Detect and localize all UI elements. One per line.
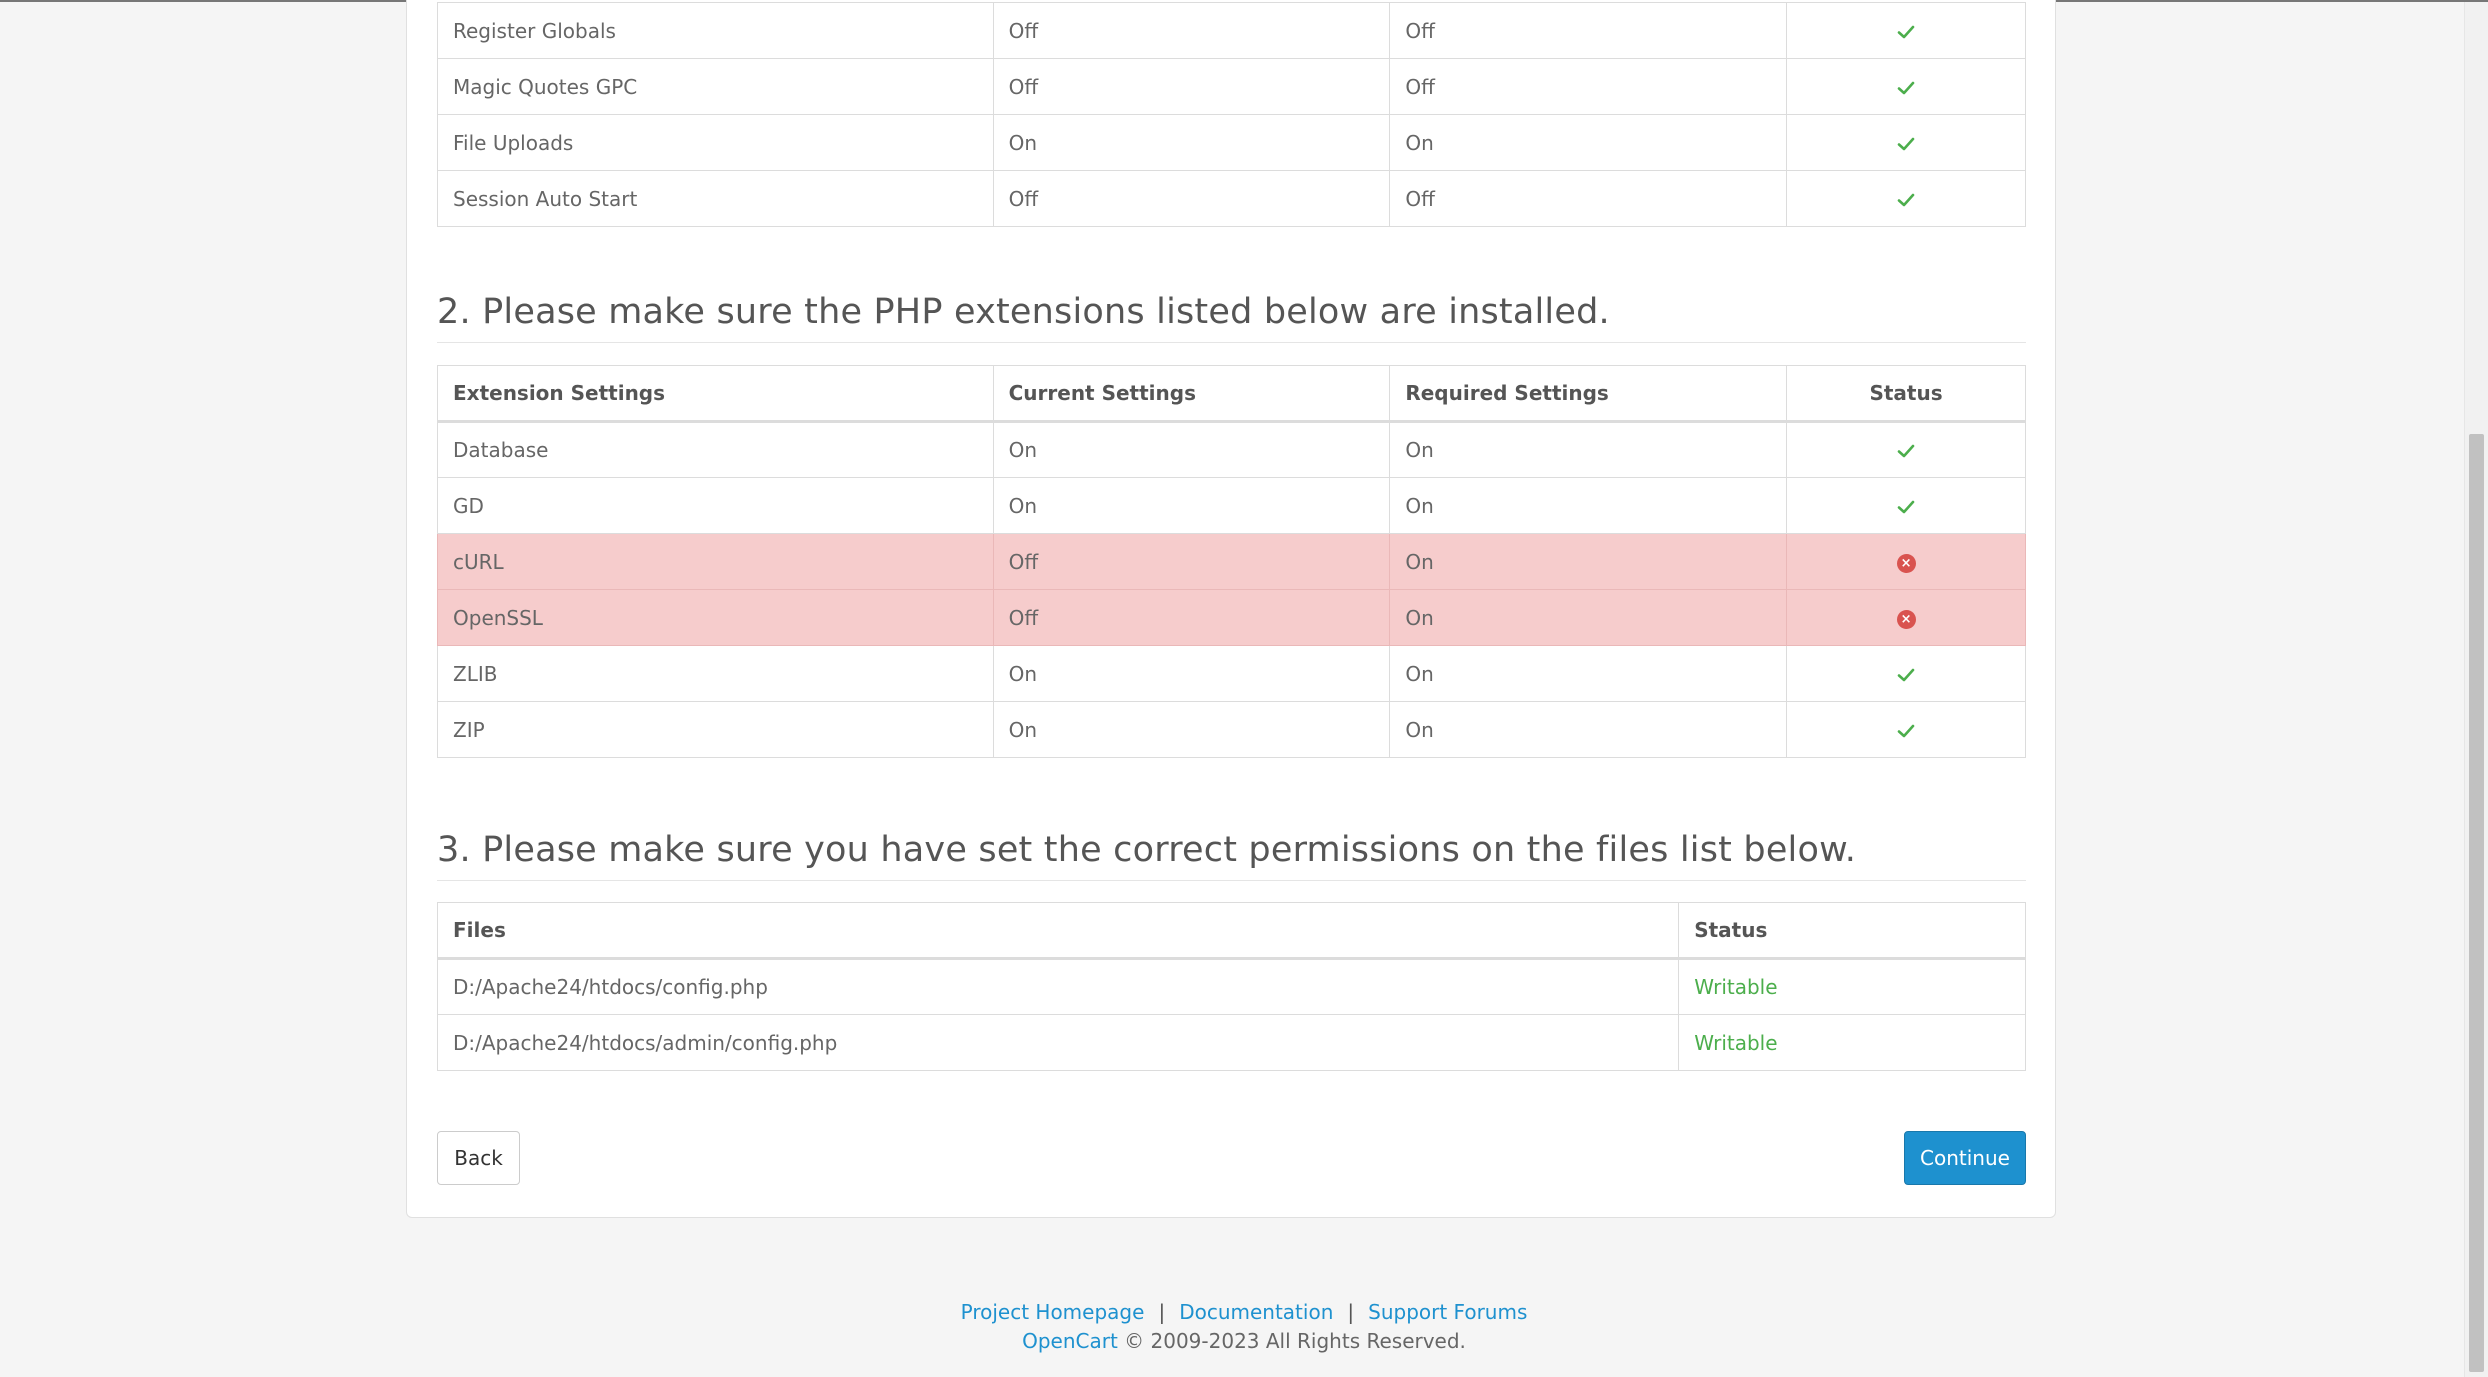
setting-name: Database — [437, 421, 994, 478]
check-icon — [1895, 720, 1917, 742]
current-setting: Off — [992, 170, 1391, 227]
status-cell — [1786, 645, 2026, 702]
status-cell — [1786, 421, 2026, 478]
table-row: Database On On — [437, 421, 2026, 478]
column-header-file-status: Status — [1678, 902, 2026, 960]
table-row: D:/Apache24/htdocs/admin/config.php Writa… — [436, 1014, 2026, 1071]
status-cell — [1786, 701, 2026, 758]
error-circle-icon: × — [1896, 553, 1916, 573]
back-button[interactable]: Back — [437, 1131, 520, 1185]
setting-name: Magic Quotes GPC — [437, 58, 994, 115]
current-setting: Off — [992, 2, 1391, 59]
footer-separator: | — [1347, 1300, 1355, 1324]
footer-separator: | — [1158, 1300, 1166, 1324]
current-setting: Off — [992, 533, 1391, 590]
required-setting: On — [1389, 421, 1788, 478]
table-row: OpenSSL Off On × — [437, 589, 2026, 646]
copyright-text: © 2009-2023 All Rights Reserved. — [1124, 1329, 1466, 1353]
extensions-heading: 2. Please make sure the PHP extensions l… — [437, 292, 2026, 343]
footer-copyright: OpenCart © 2009-2023 All Rights Reserved… — [0, 1329, 2488, 1353]
current-setting: On — [992, 477, 1391, 534]
check-icon — [1895, 664, 1917, 686]
status-cell — [1786, 114, 2026, 171]
required-setting: On — [1389, 645, 1788, 702]
scrollbar-thumb[interactable] — [2469, 434, 2484, 1372]
required-setting: Off — [1389, 2, 1788, 59]
check-icon — [1895, 77, 1917, 99]
check-icon — [1895, 21, 1917, 43]
opencart-link[interactable]: OpenCart — [1022, 1329, 1118, 1353]
setting-name: ZIP — [437, 701, 994, 758]
table-row: Magic Quotes GPC Off Off — [437, 58, 2026, 115]
continue-button[interactable]: Continue — [1904, 1131, 2026, 1185]
support-forums-link[interactable]: Support Forums — [1368, 1300, 1527, 1324]
required-setting: Off — [1389, 170, 1788, 227]
table-row: D:/Apache24/htdocs/config.php Writable — [436, 958, 2026, 1015]
table-row: cURL Off On × — [437, 533, 2026, 590]
file-path: D:/Apache24/htdocs/admin/config.php — [436, 1014, 1680, 1071]
documentation-link[interactable]: Documentation — [1179, 1300, 1333, 1324]
setting-name: cURL — [437, 533, 994, 590]
column-header-extension: Extension Settings — [437, 365, 994, 423]
column-header-status: Status — [1786, 365, 2026, 423]
check-icon — [1895, 189, 1917, 211]
setting-name: Register Globals — [437, 2, 994, 59]
status-cell — [1786, 58, 2026, 115]
status-cell: × — [1786, 533, 2026, 590]
table-row: File Uploads On On — [437, 114, 2026, 171]
column-header-files: Files — [436, 902, 1680, 960]
error-circle-icon: × — [1896, 609, 1916, 629]
table-row: Session Auto Start Off Off — [437, 170, 2026, 227]
setting-name: ZLIB — [437, 645, 994, 702]
current-setting: On — [992, 645, 1391, 702]
current-setting: On — [992, 114, 1391, 171]
files-heading: 3. Please make sure you have set the cor… — [437, 830, 2026, 881]
project-homepage-link[interactable]: Project Homepage — [961, 1300, 1145, 1324]
current-setting: On — [992, 701, 1391, 758]
required-setting: On — [1389, 589, 1788, 646]
table-row: Register Globals Off Off — [437, 2, 2026, 59]
status-cell — [1786, 2, 2026, 59]
vertical-scrollbar[interactable] — [2464, 2, 2488, 1377]
php-settings-table: Register Globals Off Off Magic Quotes GPC Of… — [437, 2, 2026, 227]
status-cell: × — [1786, 589, 2026, 646]
extensions-table: Extension Settings Current Settings Requ… — [437, 365, 2026, 758]
table-row: GD On On — [437, 477, 2026, 534]
current-setting: Off — [992, 589, 1391, 646]
table-row: ZLIB On On — [437, 645, 2026, 702]
required-setting: On — [1389, 477, 1788, 534]
file-path: D:/Apache24/htdocs/config.php — [436, 958, 1680, 1015]
setting-name: GD — [437, 477, 994, 534]
required-setting: On — [1389, 114, 1788, 171]
current-setting: On — [992, 421, 1391, 478]
setting-name: OpenSSL — [437, 589, 994, 646]
check-icon — [1895, 440, 1917, 462]
required-setting: On — [1389, 701, 1788, 758]
status-cell — [1786, 477, 2026, 534]
column-header-required: Required Settings — [1389, 365, 1788, 423]
table-row: ZIP On On — [437, 701, 2026, 758]
setting-name: File Uploads — [437, 114, 994, 171]
required-setting: On — [1389, 533, 1788, 590]
file-status: Writable — [1678, 1014, 2026, 1071]
current-setting: Off — [992, 58, 1391, 115]
files-table: Files Status D:/Apache24/htdocs/config.p… — [436, 902, 2026, 1071]
setting-name: Session Auto Start — [437, 170, 994, 227]
status-cell — [1786, 170, 2026, 227]
footer-links: Project Homepage | Documentation | Support F… — [0, 1300, 2488, 1324]
column-header-current: Current Settings — [992, 365, 1391, 423]
check-icon — [1895, 133, 1917, 155]
file-status: Writable — [1678, 958, 2026, 1015]
required-setting: Off — [1389, 58, 1788, 115]
check-icon — [1895, 496, 1917, 518]
